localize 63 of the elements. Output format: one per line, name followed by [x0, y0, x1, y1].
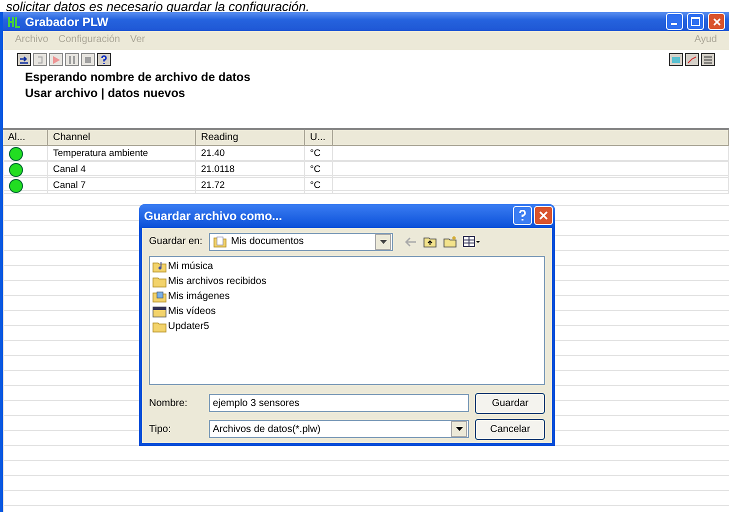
table-cell: Temperatura ambiente	[48, 146, 196, 161]
pictures-folder-icon	[152, 289, 167, 304]
maximize-button[interactable]	[687, 13, 704, 30]
view-menu-icon[interactable]	[463, 236, 481, 248]
status-text: Esperando nombre de archivo de datos	[24, 69, 252, 85]
table-cell: 21.72	[196, 178, 305, 193]
arrow-icon	[19, 54, 29, 64]
field-label: Tipo:	[149, 424, 172, 435]
cancel-button[interactable]: Cancelar	[475, 418, 545, 440]
status-text: Usar archivo | datos nuevos	[24, 85, 186, 101]
field-label: Nombre:	[149, 398, 188, 409]
file-name-field[interactable]: ejemplo 3 sensores	[208, 394, 470, 412]
stop-icon	[83, 54, 93, 64]
table-cell: Canal 7	[48, 178, 196, 193]
close-icon	[712, 18, 720, 26]
file-item[interactable]: Mi música	[152, 258, 542, 274]
table-cell: 21.40	[196, 146, 305, 161]
column-header[interactable]: Channel	[48, 130, 196, 145]
pause-icon	[67, 54, 77, 64]
dropdown-arrow-icon	[456, 427, 463, 432]
toolbar-button[interactable]	[17, 53, 31, 66]
table-cell: °C	[305, 146, 333, 161]
list-icon	[703, 54, 713, 64]
help-button[interactable]	[513, 206, 532, 226]
file-item[interactable]: Mis archivos recibidos	[152, 274, 542, 289]
toolbar-button[interactable]	[669, 53, 683, 66]
app-logo-icon	[7, 14, 21, 28]
help-icon	[518, 210, 527, 222]
notepad-icon	[671, 54, 681, 64]
file-item[interactable]: Mis vídeos	[152, 304, 542, 319]
dropdown-arrow-icon	[380, 240, 386, 244]
video-folder-icon	[152, 304, 167, 318]
table-cell: °C	[305, 178, 333, 193]
table-cell: 21.0118	[196, 162, 305, 177]
window-title: Grabador PLW	[25, 14, 110, 28]
table-cell: °C	[305, 162, 333, 177]
dialog-title: Guardar archivo como...	[144, 208, 284, 223]
play-icon	[51, 54, 61, 64]
column-header[interactable]: U...	[305, 130, 333, 145]
table-cell: Canal 4	[48, 162, 196, 177]
close-button[interactable]	[534, 206, 553, 226]
new-folder-icon[interactable]	[443, 236, 457, 248]
close-button[interactable]	[708, 13, 725, 30]
column-header[interactable]: Reading	[196, 130, 305, 145]
documents-folder-icon	[213, 235, 227, 248]
location-dropdown[interactable]: Mis documentos	[209, 232, 393, 251]
toolbar-button[interactable]	[97, 53, 111, 66]
file-type-dropdown[interactable]: Archivos de datos(*.plw)	[208, 420, 470, 438]
maximize-icon	[691, 17, 700, 26]
music-folder-icon	[152, 259, 167, 274]
column-header[interactable]: Al...	[3, 130, 48, 145]
close-icon	[539, 211, 548, 220]
file-item[interactable]: Updater5	[152, 318, 542, 334]
help-icon	[99, 54, 109, 64]
graph-icon	[687, 54, 697, 64]
toolbar-button[interactable]	[685, 53, 699, 66]
file-item[interactable]: Mis imágenes	[152, 288, 542, 304]
field-label: Guardar en:	[149, 236, 203, 248]
minimize-button[interactable]	[666, 13, 683, 30]
up-folder-icon[interactable]	[423, 236, 437, 248]
save-button[interactable]: Guardar	[475, 392, 545, 414]
caption-text: solicitar datos es necesario guardar la configuración.	[5, 0, 311, 12]
toolbar-button[interactable]	[701, 53, 715, 66]
